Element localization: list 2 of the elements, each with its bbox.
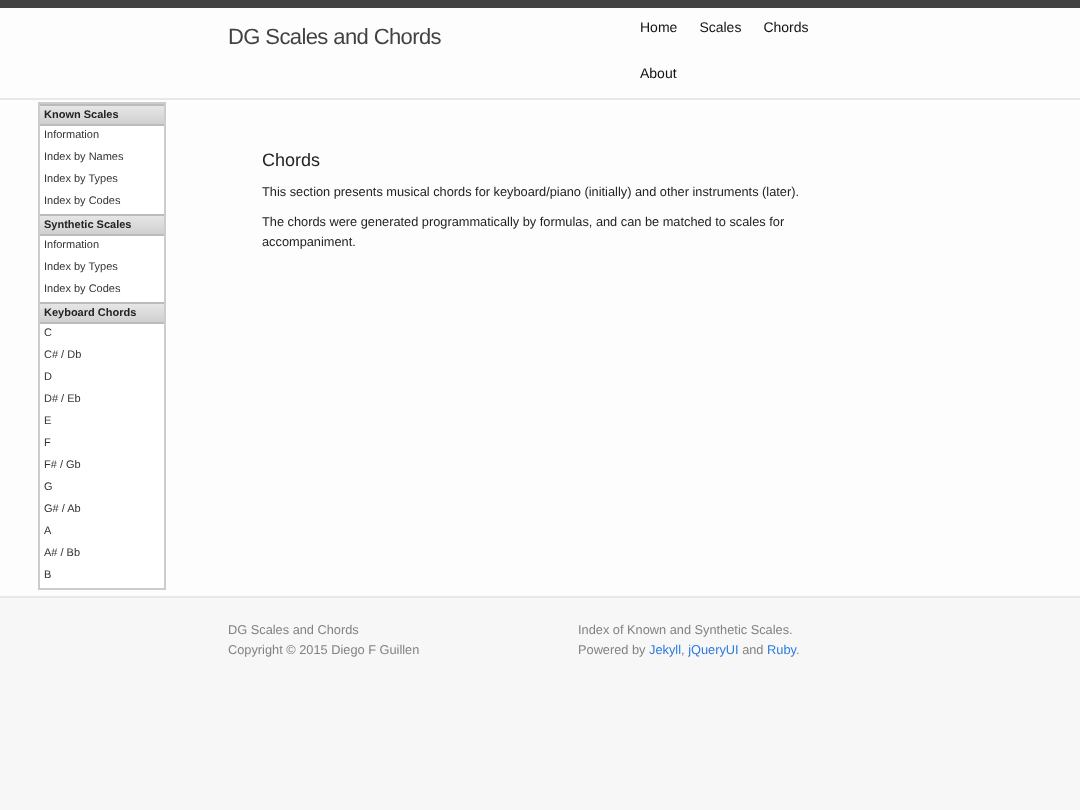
page-heading: Chords [262,150,323,170]
site-title[interactable]: DG Scales and Chords [228,26,640,98]
